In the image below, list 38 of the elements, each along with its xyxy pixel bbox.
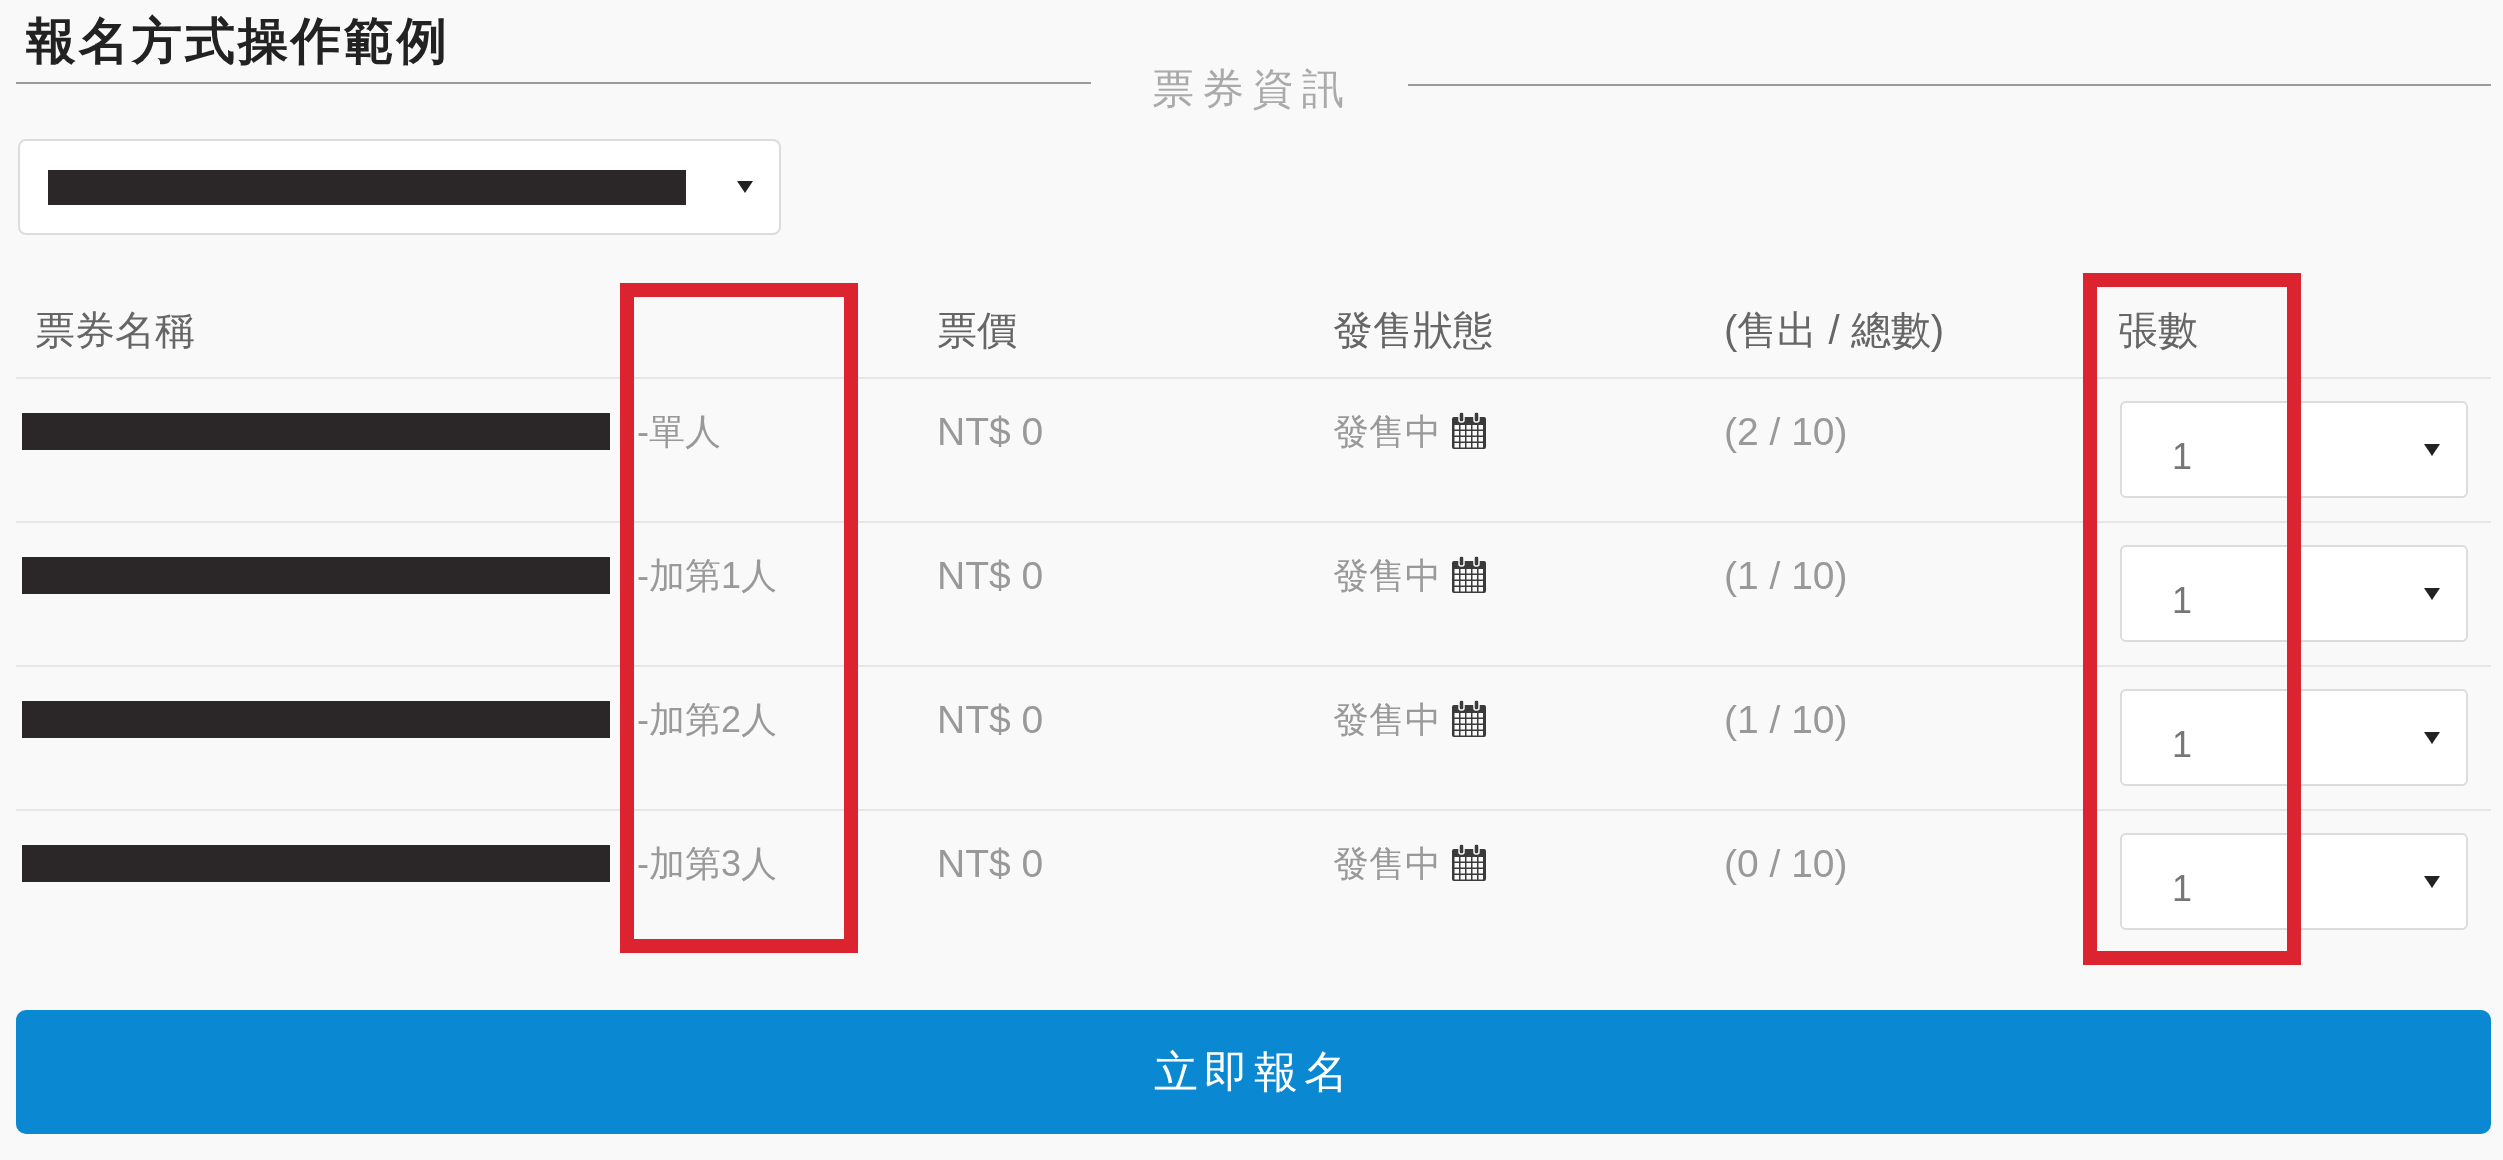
caret-icon	[2424, 731, 2440, 744]
quantity-select[interactable]: 1	[2120, 401, 2468, 498]
caret-icon	[737, 181, 753, 193]
ticket-name: -加第1人	[637, 555, 777, 597]
sale-status: 發售中	[1333, 699, 1441, 741]
column-header: 張數	[2118, 306, 2198, 353]
event-select[interactable]	[18, 139, 781, 235]
ticket-name: -加第3人	[637, 843, 777, 885]
section-legend: 票券資訊	[1152, 64, 1352, 114]
register-button[interactable]: 立即報名	[16, 1010, 2491, 1134]
calendar-icon	[1451, 412, 1487, 450]
column-header: 發售狀態	[1333, 306, 1493, 353]
caret-icon	[2424, 443, 2440, 456]
ticket-price: NT$ 0	[937, 411, 1044, 453]
sale-status: 發售中	[1333, 843, 1441, 885]
ticket-price: NT$ 0	[937, 555, 1044, 597]
sold-count: (1 / 10)	[1724, 699, 1848, 741]
caret-icon	[2424, 587, 2440, 600]
calendar-icon	[1451, 844, 1487, 882]
sale-status: 發售中	[1333, 555, 1441, 597]
column-header: 票券名稱	[35, 306, 195, 353]
quantity-select[interactable]: 1	[2120, 689, 2468, 786]
page-title: 報名方式操作範例	[25, 12, 451, 70]
sold-count: (1 / 10)	[1724, 555, 1848, 597]
ticket-price: NT$ 0	[937, 843, 1044, 885]
quantity-select[interactable]: 1	[2120, 833, 2468, 930]
calendar-icon	[1451, 700, 1487, 738]
calendar-icon	[1451, 556, 1487, 594]
caret-icon	[2424, 875, 2440, 888]
column-header: (售出 / 總數)	[1724, 306, 1944, 353]
column-header: 票價	[937, 306, 1017, 353]
ticket-name: -加第2人	[637, 699, 777, 741]
ticket-price: NT$ 0	[937, 699, 1044, 741]
ticket-name: -單人	[637, 411, 721, 453]
sale-status: 發售中	[1333, 411, 1441, 453]
sold-count: (2 / 10)	[1724, 411, 1848, 453]
quantity-select[interactable]: 1	[2120, 545, 2468, 642]
sold-count: (0 / 10)	[1724, 843, 1848, 885]
